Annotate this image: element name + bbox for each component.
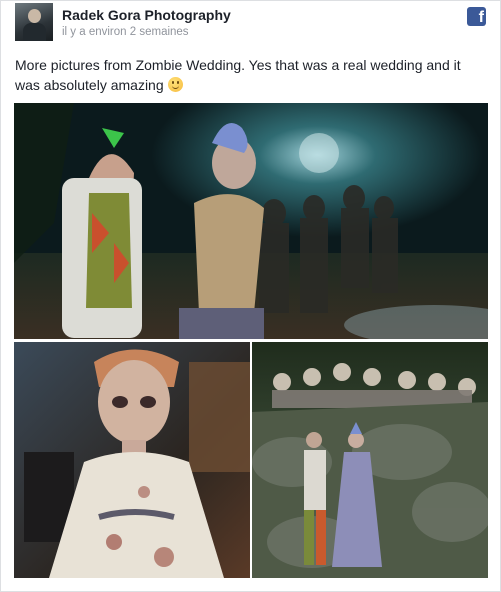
avatar-body xyxy=(23,23,46,41)
page-avatar[interactable] xyxy=(15,3,53,41)
facebook-icon[interactable]: f xyxy=(467,7,486,26)
zombie-flower-girl-photo[interactable] xyxy=(14,342,250,578)
post-text: More pictures from Zombie Wedding. Yes t… xyxy=(15,57,461,93)
smile-emoji-icon xyxy=(167,77,183,92)
post-message: More pictures from Zombie Wedding. Yes t… xyxy=(15,55,475,95)
page-name-link[interactable]: Radek Gora Photography xyxy=(62,7,231,23)
zombie-couple-on-rocks-photo[interactable] xyxy=(252,342,488,578)
facebook-post-card: Radek Gora Photography il y a environ 2 … xyxy=(0,0,501,592)
zombie-wedding-couple-photo[interactable] xyxy=(14,103,488,339)
post-header: Radek Gora Photography il y a environ 2 … xyxy=(15,3,486,43)
post-timestamp[interactable]: il y a environ 2 semaines xyxy=(62,26,189,38)
avatar-head xyxy=(28,9,41,23)
